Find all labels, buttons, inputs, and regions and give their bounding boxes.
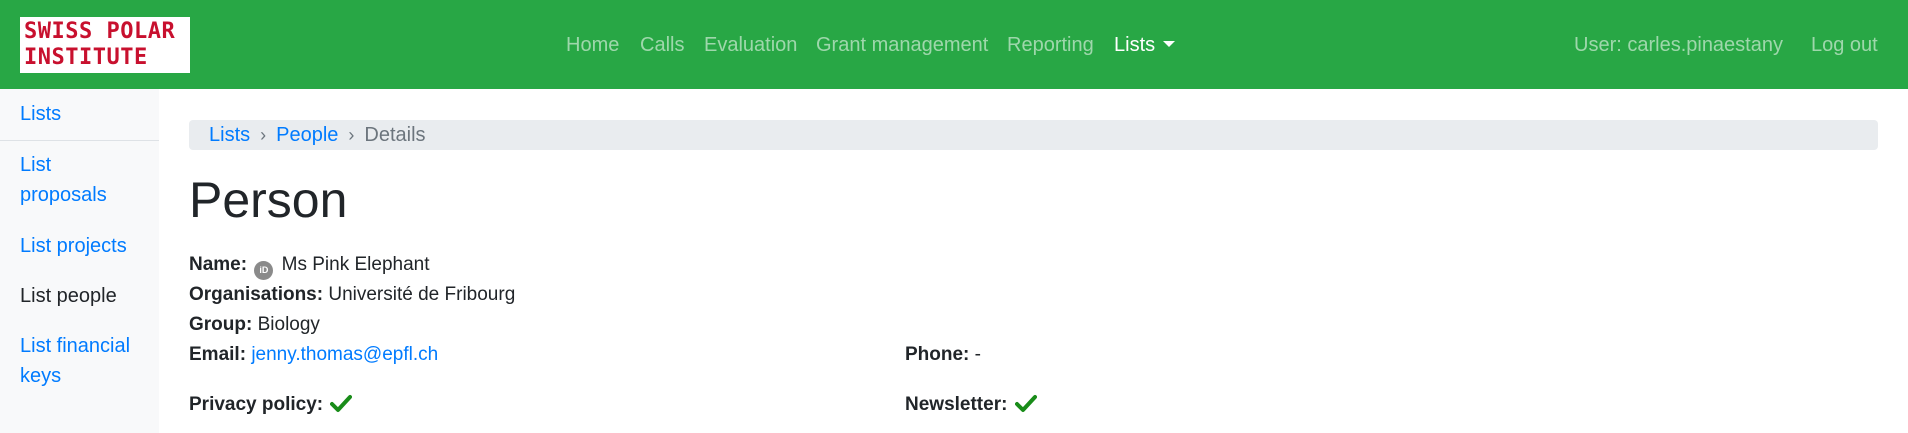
person-newsletter-row: Newsletter:: [905, 391, 1037, 419]
person-group-row: Group: Biology: [189, 311, 320, 339]
person-email-link[interactable]: jenny.thomas@epfl.ch: [251, 344, 438, 365]
checkmark-icon: [330, 395, 353, 412]
nav-user[interactable]: User: carles.pinaestany: [1574, 33, 1783, 57]
page-title: Person: [189, 172, 348, 228]
nav-lists-dropdown[interactable]: Lists: [1114, 33, 1176, 57]
person-phone-row: Phone: -: [905, 341, 981, 369]
sidebar-item-list-proposals[interactable]: List proposals: [20, 150, 130, 210]
privacy-policy-label: Privacy policy:: [189, 394, 324, 415]
orcid-icon[interactable]: iD: [254, 261, 274, 280]
top-navbar: SWISS POLAR INSTITUTE Home Calls Evaluat…: [0, 0, 1908, 89]
group-label: Group:: [189, 314, 253, 335]
nav-evaluation[interactable]: Evaluation: [704, 33, 797, 57]
organisations-label: Organisations:: [189, 284, 324, 305]
person-organisations: Université de Fribourg: [328, 284, 516, 305]
person-group: Biology: [257, 314, 320, 335]
email-label: Email:: [189, 344, 247, 365]
person-phone: -: [974, 344, 981, 365]
breadcrumb-lists[interactable]: Lists: [209, 124, 250, 146]
sidebar: Lists List proposals List projects List …: [0, 89, 159, 433]
chevron-right-icon: ›: [348, 125, 355, 145]
checkmark-icon: [1014, 395, 1037, 412]
sidebar-item-lists[interactable]: Lists: [20, 99, 150, 129]
nav-lists-label: Lists: [1114, 34, 1156, 56]
nav-calls[interactable]: Calls: [640, 33, 684, 57]
sidebar-item-list-projects[interactable]: List projects: [20, 231, 150, 261]
nav-logout[interactable]: Log out: [1811, 33, 1878, 57]
sidebar-item-list-financial-keys[interactable]: List financial keys: [20, 331, 140, 391]
nav-reporting[interactable]: Reporting: [1007, 33, 1094, 57]
sidebar-divider: [0, 140, 159, 141]
breadcrumb: Lists › People › Details: [189, 120, 1878, 150]
person-organisations-row: Organisations: Université de Fribourg: [189, 281, 515, 309]
sidebar-item-list-people[interactable]: List people: [20, 281, 150, 311]
name-label: Name:: [189, 254, 248, 275]
person-privacy-row: Privacy policy:: [189, 391, 353, 419]
chevron-right-icon: ›: [260, 125, 267, 145]
main-nav: Home Calls Evaluation Grant management R…: [0, 0, 1908, 89]
newsletter-label: Newsletter:: [905, 394, 1008, 415]
caret-down-icon: [1163, 41, 1176, 48]
person-name: Ms Pink Elephant: [281, 254, 430, 275]
breadcrumb-people[interactable]: People: [276, 124, 338, 146]
nav-home[interactable]: Home: [566, 33, 619, 57]
breadcrumb-current: Details: [364, 124, 426, 146]
person-name-row: Name: iD Ms Pink Elephant: [189, 251, 430, 280]
nav-grant-management[interactable]: Grant management: [816, 33, 988, 57]
person-email-row: Email: jenny.thomas@epfl.ch: [189, 341, 438, 369]
phone-label: Phone:: [905, 344, 970, 365]
